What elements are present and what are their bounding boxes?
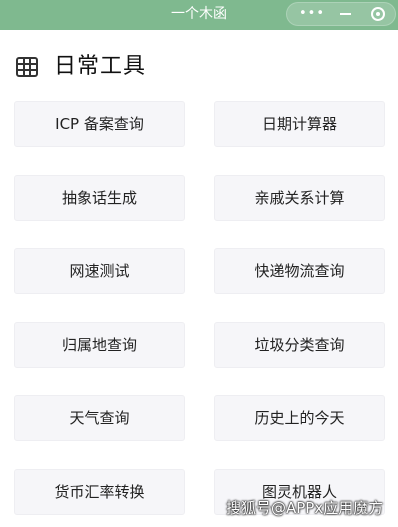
tool-button-date-calculator[interactable]: 日期计算器 [214, 101, 385, 147]
section-title: 日常工具 [54, 54, 147, 79]
tool-button-history-today[interactable]: 历史上的今天 [214, 395, 385, 441]
tool-button-location-lookup[interactable]: 归属地查询 [14, 322, 185, 368]
top-bar: 一个木函 ••• [0, 0, 398, 30]
tool-button-weather[interactable]: 天气查询 [14, 395, 185, 441]
tool-button-express-tracking[interactable]: 快递物流查询 [214, 248, 385, 294]
more-icon[interactable]: ••• [299, 7, 325, 21]
minimize-icon[interactable] [340, 13, 351, 15]
tool-button-speed-test[interactable]: 网速测试 [14, 248, 185, 294]
mini-program-capsule: ••• [286, 2, 396, 26]
close-circle-icon[interactable] [371, 7, 385, 21]
tool-button-kinship-calculator[interactable]: 亲戚关系计算 [214, 175, 385, 221]
watermark: 搜狐号@APPx应用魔方 [226, 499, 384, 517]
tool-button-currency-exchange[interactable]: 货币汇率转换 [14, 469, 185, 515]
tool-button-abstract-text[interactable]: 抽象话生成 [14, 175, 185, 221]
tool-button-icp-query[interactable]: ICP 备案查询 [14, 101, 185, 147]
grid-icon [16, 57, 38, 77]
tool-button-garbage-sorting[interactable]: 垃圾分类查询 [214, 322, 385, 368]
